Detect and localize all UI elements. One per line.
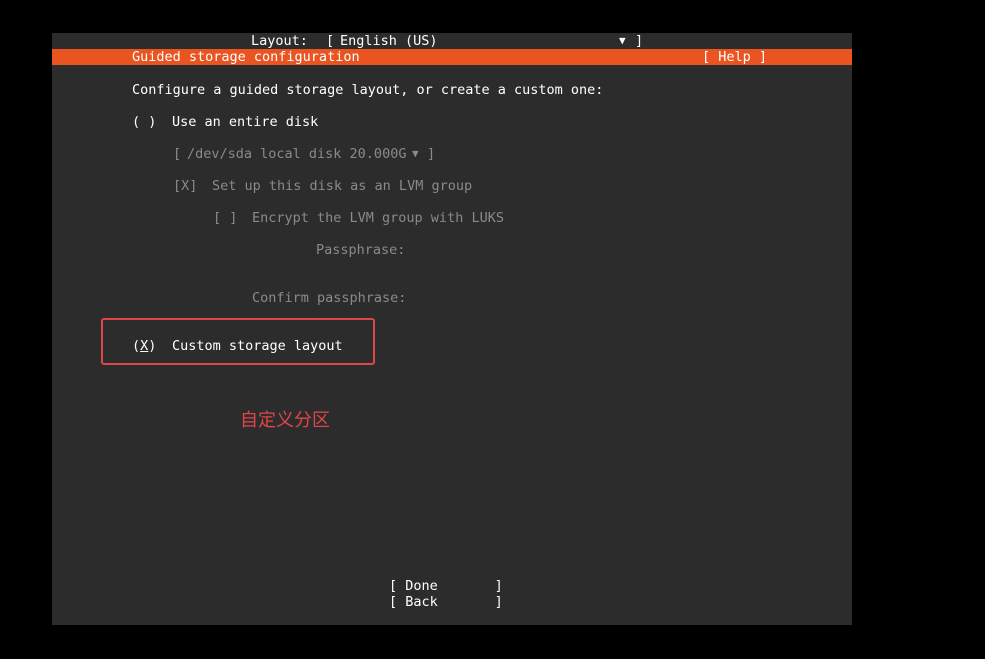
entire-disk-radio[interactable]: ( ) xyxy=(132,114,156,130)
intro-text: Configure a guided storage layout, or cr… xyxy=(132,82,604,98)
encrypt-checkbox[interactable]: [ ] xyxy=(213,210,237,226)
annotation-label: 自定义分区 xyxy=(240,410,330,431)
layout-open-bracket: [ xyxy=(326,33,335,49)
chevron-down-icon[interactable]: ▼ xyxy=(619,33,626,49)
page-title: Guided storage configuration xyxy=(132,49,360,65)
confirm-passphrase-label: Confirm passphrase: xyxy=(252,290,407,306)
lvm-checkbox[interactable]: [X] xyxy=(173,178,197,194)
disk-select[interactable]: /dev/sda local disk 20.000G xyxy=(187,146,406,162)
help-button[interactable]: [ Help ] xyxy=(702,49,767,65)
layout-label: Layout: xyxy=(251,33,308,49)
lvm-label[interactable]: Set up this disk as an LVM group xyxy=(212,178,472,194)
disk-select-close-bracket: ] xyxy=(427,146,436,162)
passphrase-label: Passphrase: xyxy=(316,242,406,258)
title-bar: Guided storage configuration [ Help ] xyxy=(52,49,852,65)
encrypt-label[interactable]: Encrypt the LVM group with LUKS xyxy=(252,210,504,226)
confirm-passphrase-field[interactable] xyxy=(412,290,792,306)
done-button[interactable]: [ Done ] xyxy=(389,578,503,594)
layout-close-bracket: ] xyxy=(635,33,644,49)
back-button[interactable]: [ Back ] xyxy=(389,594,503,610)
passphrase-field[interactable] xyxy=(412,242,792,258)
layout-select[interactable]: English (US) xyxy=(340,33,438,49)
annotation-highlight-box xyxy=(101,318,375,365)
chevron-down-icon[interactable]: ▼ xyxy=(412,146,419,162)
disk-select-open-bracket: [ xyxy=(173,146,182,162)
entire-disk-label[interactable]: Use an entire disk xyxy=(172,114,318,130)
